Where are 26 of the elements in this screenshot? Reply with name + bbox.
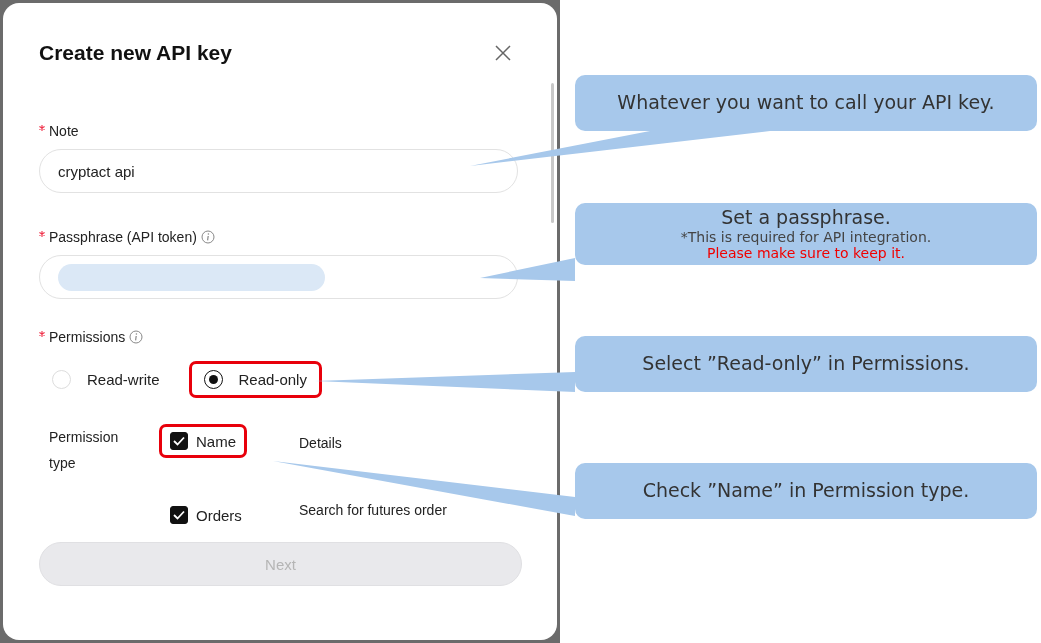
info-icon xyxy=(200,230,215,244)
field-label: Note xyxy=(49,123,79,139)
highlighted-checkbox-option[interactable]: Name xyxy=(159,424,247,458)
callout-text: Check ”Name” in Permission type. xyxy=(642,480,970,502)
checkbox-option[interactable]: Orders xyxy=(159,498,253,532)
required-icon xyxy=(39,125,45,131)
check-icon xyxy=(173,510,185,520)
required-icon xyxy=(39,331,45,337)
required-icon xyxy=(39,231,45,237)
close-button[interactable] xyxy=(493,43,513,63)
permission-type-label: Permission type xyxy=(49,428,120,473)
check-icon xyxy=(173,436,185,446)
callout-text: Set a passphrase. xyxy=(721,207,891,229)
info-icon xyxy=(129,330,144,344)
callout-text: *This is required for API integration. xyxy=(680,228,932,245)
callout-text: Select ”Read-only” in Permissions. xyxy=(642,353,970,375)
permission-description: Details xyxy=(299,434,343,451)
callout-text: Whatever you want to call your API key. xyxy=(617,92,995,114)
radio-option[interactable]: Read-write xyxy=(37,361,175,398)
scrollbar[interactable] xyxy=(551,83,554,223)
highlighted-radio-option[interactable]: Read-only xyxy=(188,361,322,398)
dialog-title: Create new API key xyxy=(39,41,232,65)
field-label: Permissions xyxy=(49,329,126,345)
callout-text: Please make sure to keep it. xyxy=(707,244,905,262)
field-label: Passphrase (API token) xyxy=(49,229,197,245)
permission-description: Search for futures order xyxy=(299,502,448,518)
